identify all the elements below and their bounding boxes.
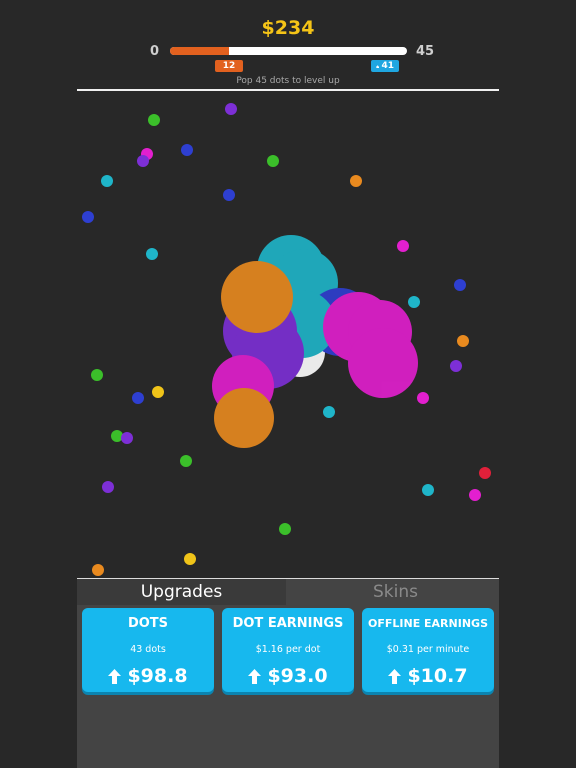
upgrade-card-dot-earnings[interactable]: DOT EARNINGS $1.16 per dot $93.0 [222, 608, 354, 692]
upgrade-title: DOT EARNINGS [232, 616, 344, 631]
dot[interactable] [82, 211, 94, 223]
dot[interactable] [422, 484, 434, 496]
arrow-up-icon [388, 668, 402, 684]
dot[interactable] [323, 406, 335, 418]
upgrade-subtitle: 43 dots [130, 644, 166, 655]
dot[interactable] [132, 392, 144, 404]
dot[interactable] [102, 481, 114, 493]
level-max-label: 45 [416, 44, 435, 59]
dot[interactable] [457, 335, 469, 347]
upgrade-price: $98.8 [82, 665, 214, 687]
money-display: $234 [261, 17, 315, 39]
popped-dot [221, 261, 293, 333]
arrow-up-icon [248, 668, 262, 684]
dot[interactable] [184, 553, 196, 565]
upgrade-price-value: $93.0 [267, 665, 328, 687]
level-min-label: 0 [150, 44, 160, 59]
upgrade-price-value: $98.8 [127, 665, 188, 687]
pop-cluster [212, 235, 418, 448]
upgrade-price-value: $10.7 [407, 665, 468, 687]
dot[interactable] [111, 430, 123, 442]
tab-skins[interactable]: Skins [292, 579, 499, 605]
dot[interactable] [279, 523, 291, 535]
upgrade-subtitle: $0.31 per minute [386, 644, 470, 655]
arrow-up-icon [108, 668, 122, 684]
dot[interactable] [92, 564, 104, 576]
current-count-badge: 12 [215, 60, 243, 72]
dot[interactable] [469, 489, 481, 501]
dot[interactable] [91, 369, 103, 381]
level-progress-fill [170, 47, 230, 55]
dot[interactable] [450, 360, 462, 372]
target-count-badge: 41 [371, 60, 399, 72]
upgrade-price: $10.7 [362, 665, 494, 687]
level-progress-bar [170, 47, 407, 55]
popped-dot [214, 388, 274, 448]
dot[interactable] [267, 155, 279, 167]
dot[interactable] [101, 175, 113, 187]
target-count-value: 41 [381, 61, 394, 71]
dot[interactable] [148, 114, 160, 126]
upgrade-card-offline-earnings[interactable]: OFFLINE EARNINGS $0.31 per minute $10.7 [362, 608, 494, 692]
dot[interactable] [181, 144, 193, 156]
dot[interactable] [408, 296, 420, 308]
level-hint: Pop 45 dots to level up [236, 76, 340, 86]
dot[interactable] [223, 189, 235, 201]
dot[interactable] [121, 432, 133, 444]
upgrade-price: $93.0 [222, 665, 354, 687]
dot[interactable] [479, 467, 491, 479]
dot[interactable] [350, 175, 362, 187]
upgrade-card-dots[interactable]: DOTS 43 dots $98.8 [82, 608, 214, 692]
dot[interactable] [417, 392, 429, 404]
dot[interactable] [180, 455, 192, 467]
dot[interactable] [137, 155, 149, 167]
upgrade-subtitle: $1.16 per dot [255, 644, 321, 655]
upgrade-title: DOTS [127, 616, 169, 631]
tab-upgrades[interactable]: Upgrades [77, 579, 286, 605]
dot[interactable] [454, 279, 466, 291]
dot-play-field[interactable] [0, 91, 576, 578]
popped-dot [348, 328, 418, 398]
dot[interactable] [397, 240, 409, 252]
upgrade-title: OFFLINE EARNINGS [368, 617, 488, 630]
dot[interactable] [146, 248, 158, 260]
dot[interactable] [152, 386, 164, 398]
crown-icon [376, 64, 380, 68]
dot[interactable] [225, 103, 237, 115]
